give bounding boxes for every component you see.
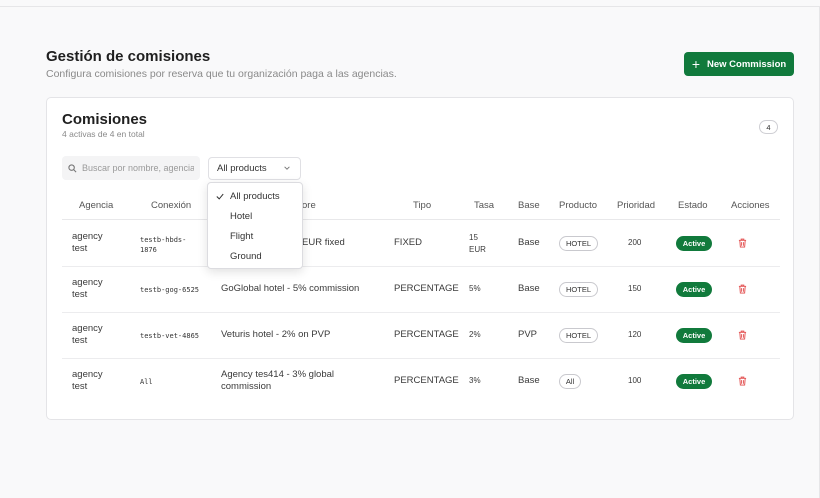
col-priority: Prioridad (617, 200, 656, 211)
base-cell: Base (518, 237, 540, 248)
name-cell: GoGlobal hotel - 5% commission (221, 283, 360, 294)
trash-icon[interactable] (738, 376, 747, 386)
table-row[interactable]: agency test testb-vet-4865 Veturis hotel… (62, 313, 780, 359)
dropdown-option-hotel[interactable]: Hotel (230, 211, 252, 222)
dropdown-option-all-products[interactable]: All products (230, 191, 280, 202)
connection-cell: testb-vet-4865 (140, 332, 200, 340)
product-badge: HOTEL (559, 282, 598, 297)
col-type: Tipo (413, 200, 432, 211)
agency-cell: agency test (72, 231, 103, 255)
type-cell: PERCENTAGE (394, 329, 459, 340)
type-cell: FIXED (394, 237, 422, 248)
col-status: Estado (678, 200, 708, 211)
rate-cell: 15 EUR (469, 232, 486, 256)
table-row[interactable]: agency test All Agency tes414 - 3% globa… (62, 359, 780, 405)
agency-cell: agency test (72, 369, 103, 393)
priority-cell: 150 (628, 284, 642, 293)
col-rate: Tasa (474, 200, 495, 211)
priority-cell: 200 (628, 238, 642, 247)
search-input[interactable] (82, 163, 194, 173)
agency-line: agency (72, 323, 103, 334)
trash-icon[interactable] (738, 238, 747, 248)
status-badge: Active (676, 236, 712, 251)
product-filter-dropdown: All products Hotel Flight Ground (207, 182, 303, 269)
card-title: Comisiones (62, 111, 148, 128)
col-base: Base (518, 200, 540, 211)
rate-cell: 2% (469, 330, 481, 339)
connection-line: testb-hbds- (140, 236, 187, 244)
commissions-card: Comisiones 4 activas de 4 en total 4 All… (46, 97, 794, 420)
agency-cell: agency test (72, 323, 103, 347)
page-header: Gestión de comisiones Configura comision… (46, 48, 397, 80)
page-title: Gestión de comisiones (46, 48, 211, 65)
trash-icon[interactable] (738, 284, 747, 294)
product-filter-select[interactable]: All products (208, 157, 301, 180)
agency-line: test (72, 243, 88, 254)
col-agency: Agencia (79, 200, 114, 211)
agency-line: test (72, 289, 88, 300)
check-icon (216, 193, 224, 200)
connection-cell: testb-gog-6525 (140, 286, 200, 294)
chevron-down-icon (284, 166, 290, 170)
search-icon (68, 163, 77, 172)
name-line: commission (221, 381, 272, 392)
status-badge: Active (676, 282, 712, 297)
base-cell: Base (518, 283, 540, 294)
priority-cell: 100 (628, 376, 642, 385)
connection-line: 1876 (140, 246, 157, 254)
type-cell: PERCENTAGE (394, 283, 459, 294)
base-cell: PVP (518, 329, 538, 340)
table-row[interactable]: agency test testb-gog-6525 GoGlobal hote… (62, 267, 780, 313)
rate-unit: EUR (469, 245, 486, 254)
status-badge: Active (676, 328, 712, 343)
name-cell: EUR fixed (302, 237, 345, 248)
agency-line: agency (72, 231, 103, 242)
agency-line: test (72, 381, 88, 392)
product-badge: All (559, 374, 581, 389)
plus-icon: + (691, 55, 700, 72)
type-cell: PERCENTAGE (394, 375, 459, 386)
product-filter-value: All products (217, 163, 267, 174)
product-badge: HOTEL (559, 236, 598, 251)
rate-cell: 3% (469, 376, 481, 385)
dropdown-option-flight[interactable]: Flight (230, 231, 253, 242)
status-badge: Active (676, 374, 712, 389)
agency-line: agency (72, 277, 103, 288)
agency-line: agency (72, 369, 103, 380)
col-actions: Acciones (731, 200, 770, 211)
product-badge: HOTEL (559, 328, 598, 343)
trash-icon[interactable] (738, 330, 747, 340)
table-header: Agencia Conexión ore Tipo Tasa Base Prod… (62, 194, 780, 220)
agency-cell: agency test (72, 277, 103, 301)
top-divider (0, 6, 820, 7)
priority-cell: 120 (628, 330, 642, 339)
name-cell: Veturis hotel - 2% on PVP (221, 329, 331, 340)
new-commission-label: New Commission (707, 58, 787, 70)
col-name: ore (302, 200, 316, 211)
col-product: Producto (559, 200, 598, 211)
dropdown-option-ground[interactable]: Ground (230, 251, 262, 262)
new-commission-button[interactable]: + New Commission (684, 52, 794, 76)
rate-cell: 5% (469, 284, 481, 293)
count-badge: 4 (759, 120, 778, 134)
col-connection: Conexión (151, 200, 192, 211)
table-row[interactable]: agency test testb-hbds- 1876 EUR fixed F… (62, 221, 780, 267)
search-box[interactable] (62, 156, 200, 180)
name-cell: Agency tes414 - 3% global commission (221, 369, 334, 393)
connection-cell: All (140, 378, 153, 386)
name-line: Agency tes414 - 3% global (221, 369, 335, 380)
base-cell: Base (518, 375, 540, 386)
card-subtitle: 4 activas de 4 en total (62, 129, 145, 139)
rate-value: 15 (469, 233, 478, 242)
agency-line: test (72, 335, 88, 346)
page-subtitle: Configura comisiones por reserva que tu … (46, 68, 397, 80)
connection-cell: testb-hbds- 1876 (140, 235, 186, 255)
